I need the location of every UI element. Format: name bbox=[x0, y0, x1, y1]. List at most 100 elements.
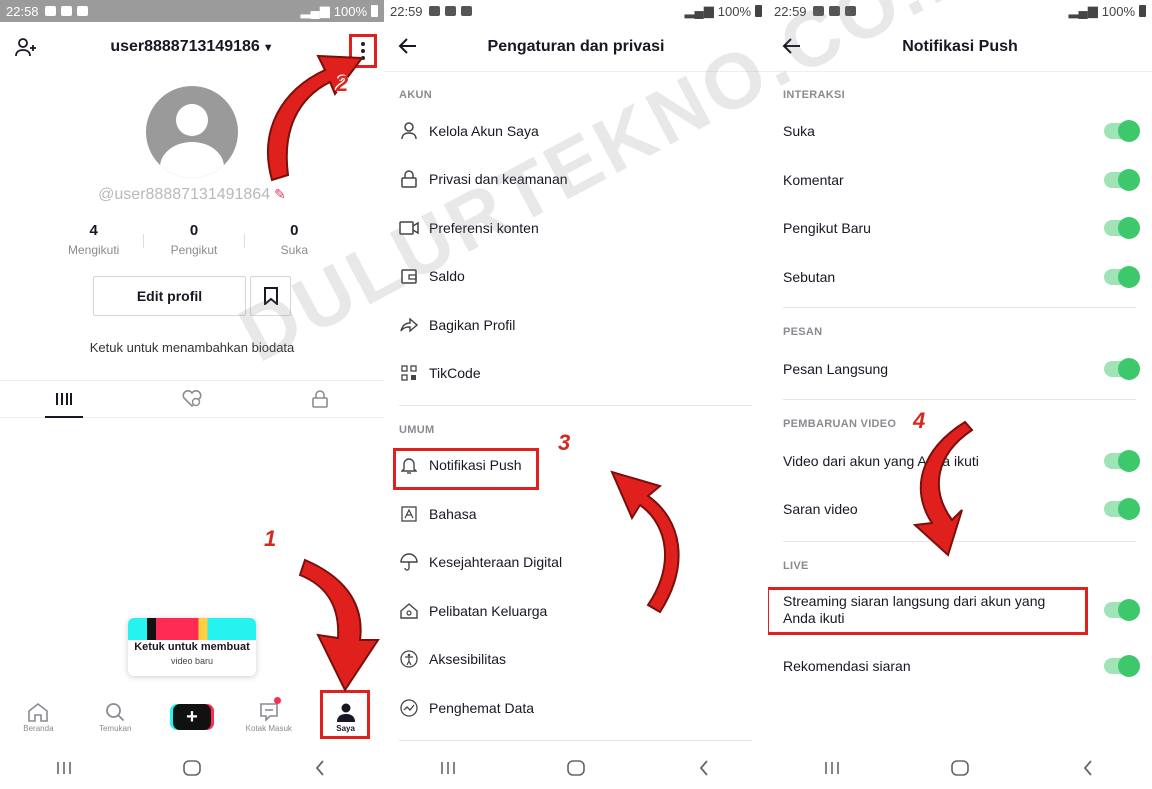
settings-item-share-profile[interactable]: Bagikan Profil bbox=[399, 310, 752, 340]
notification-dot bbox=[274, 697, 282, 704]
tab-videos[interactable] bbox=[0, 381, 128, 418]
settings-item-accessibility[interactable]: Aksesibilitas bbox=[399, 644, 752, 674]
battery-level: 100% bbox=[717, 3, 751, 19]
add-friend-icon[interactable] bbox=[14, 35, 38, 64]
battery-level: 100% bbox=[1101, 3, 1135, 19]
section-live: LIVE bbox=[783, 560, 809, 572]
home-shield-icon bbox=[399, 601, 419, 621]
nav-create[interactable]: + bbox=[154, 692, 231, 742]
recent-apps-button[interactable] bbox=[812, 753, 852, 783]
settings-item-tikcode[interactable]: TikCode bbox=[399, 358, 752, 388]
umbrella-icon bbox=[399, 552, 419, 572]
mentions-toggle[interactable] bbox=[1104, 266, 1140, 288]
settings-screen: 22:59 ▂▄▆ 100% Pengaturan dan privasi AK… bbox=[384, 0, 768, 789]
profile-screen: 22:58 ▂▄▆ 100% user8888713149186 ▼ @user8… bbox=[0, 0, 384, 789]
signal-icon: ▂▄▆ bbox=[1068, 3, 1098, 18]
live-recommendations-toggle[interactable] bbox=[1104, 655, 1140, 677]
username-switcher[interactable]: user8888713149186 ▼ bbox=[110, 38, 273, 56]
bookmark-button[interactable] bbox=[250, 276, 291, 316]
nav-inbox[interactable]: Kotak Masuk bbox=[230, 692, 307, 742]
recent-apps-button[interactable] bbox=[428, 753, 468, 783]
home-button[interactable] bbox=[556, 753, 596, 783]
likes-toggle[interactable] bbox=[1104, 120, 1140, 142]
caret-down-icon: ▼ bbox=[262, 42, 274, 54]
back-arrow-icon[interactable] bbox=[782, 36, 802, 61]
section-divider bbox=[783, 399, 1136, 400]
push-notifications-screen: 22:59 ▂▄▆ 100% Notifikasi Push INTERAKSI… bbox=[768, 0, 1152, 789]
back-button[interactable] bbox=[300, 753, 340, 783]
recent-apps-button[interactable] bbox=[44, 753, 84, 783]
edit-pencil-icon[interactable]: ✎ bbox=[274, 186, 286, 202]
grid-icon bbox=[56, 393, 72, 405]
settings-item-family-pairing[interactable]: Pelibatan Keluarga bbox=[399, 596, 752, 626]
new-followers-toggle[interactable] bbox=[1104, 217, 1140, 239]
tab-private[interactable] bbox=[256, 381, 384, 417]
language-icon bbox=[399, 504, 419, 524]
home-button[interactable] bbox=[940, 753, 980, 783]
sim-notification-icon bbox=[460, 6, 472, 16]
profile-stats: 4 Mengikuti 0 Pengikut 0 Suka bbox=[44, 222, 344, 257]
gallery-notification-icon bbox=[812, 6, 824, 16]
tooltip-line2: video baru bbox=[170, 656, 214, 666]
following-videos-toggle[interactable] bbox=[1104, 450, 1140, 472]
bookmark-icon bbox=[263, 287, 278, 305]
back-button[interactable] bbox=[1068, 753, 1108, 783]
edit-profile-button[interactable]: Edit profil bbox=[93, 276, 246, 316]
notif-item-video-suggestions: Saran video bbox=[783, 498, 1140, 520]
status-time: 22:59 bbox=[774, 3, 807, 19]
direct-messages-toggle[interactable] bbox=[1104, 358, 1140, 380]
page-title: Pengaturan dan privasi bbox=[487, 37, 665, 55]
bio-prompt[interactable]: Ketuk untuk menambahkan biodata bbox=[0, 340, 384, 355]
avatar[interactable] bbox=[146, 86, 238, 178]
notif-item-following-videos: Video dari akun yang Anda ikuti bbox=[783, 450, 1140, 472]
stat-likes[interactable]: 0 Suka bbox=[245, 222, 344, 257]
highlight-push-notifications bbox=[393, 448, 539, 490]
settings-item-content-preferences[interactable]: Preferensi konten bbox=[399, 213, 752, 243]
section-divider bbox=[399, 740, 752, 741]
notif-item-mentions: Sebutan bbox=[783, 266, 1140, 288]
search-icon bbox=[106, 702, 125, 721]
data-saver-icon bbox=[399, 698, 419, 718]
settings-item-language[interactable]: Bahasa bbox=[399, 499, 752, 529]
battery-icon bbox=[755, 5, 762, 17]
battery-level: 100% bbox=[333, 3, 367, 19]
highlight-live-following bbox=[768, 587, 1088, 635]
signal-icon: ▂▄▆ bbox=[684, 3, 714, 18]
signal-icon: ▂▄▆ bbox=[300, 3, 330, 18]
comments-toggle[interactable] bbox=[1104, 169, 1140, 191]
back-button[interactable] bbox=[684, 753, 724, 783]
status-bar: 22:59 ▂▄▆ 100% bbox=[384, 0, 768, 22]
sim-notification-icon bbox=[76, 6, 88, 16]
step-number-3: 3 bbox=[558, 430, 571, 455]
settings-item-manage-account[interactable]: Kelola Akun Saya bbox=[399, 116, 752, 146]
section-divider bbox=[399, 405, 752, 406]
check-notification-icon bbox=[60, 6, 72, 16]
android-nav-bar bbox=[0, 747, 384, 789]
more-options-button[interactable] bbox=[349, 34, 377, 68]
stat-followers[interactable]: 0 Pengikut bbox=[144, 222, 243, 257]
settings-item-privacy[interactable]: Privasi dan keamanan bbox=[399, 164, 752, 194]
home-button[interactable] bbox=[172, 753, 212, 783]
video-suggestions-toggle[interactable] bbox=[1104, 498, 1140, 520]
tooltip-line1: Ketuk untuk membuat bbox=[134, 641, 250, 653]
nav-discover[interactable]: Temukan bbox=[77, 692, 154, 742]
person-icon bbox=[399, 121, 419, 141]
live-following-toggle[interactable] bbox=[1104, 599, 1140, 621]
tab-liked[interactable] bbox=[128, 381, 256, 417]
accessibility-icon bbox=[399, 649, 419, 669]
profile-handle: @user88887131491864 ✎ bbox=[98, 186, 286, 203]
highlight-profile-tab bbox=[320, 690, 370, 739]
stat-following[interactable]: 4 Mengikuti bbox=[44, 222, 143, 257]
back-arrow-icon[interactable] bbox=[398, 36, 418, 61]
nav-home[interactable]: Beranda bbox=[0, 692, 77, 742]
status-bar: 22:59 ▂▄▆ 100% bbox=[768, 0, 1152, 22]
home-icon bbox=[28, 702, 49, 722]
settings-item-digital-wellbeing[interactable]: Kesejahteraan Digital bbox=[399, 547, 752, 577]
create-button[interactable]: + bbox=[172, 704, 211, 730]
settings-item-balance[interactable]: Saldo bbox=[399, 261, 752, 291]
wallet-icon bbox=[399, 266, 419, 286]
notif-item-comments: Komentar bbox=[783, 169, 1140, 191]
settings-item-data-saver[interactable]: Penghemat Data bbox=[399, 693, 752, 723]
check-notification-icon bbox=[828, 6, 840, 16]
inbox-icon bbox=[259, 702, 278, 722]
